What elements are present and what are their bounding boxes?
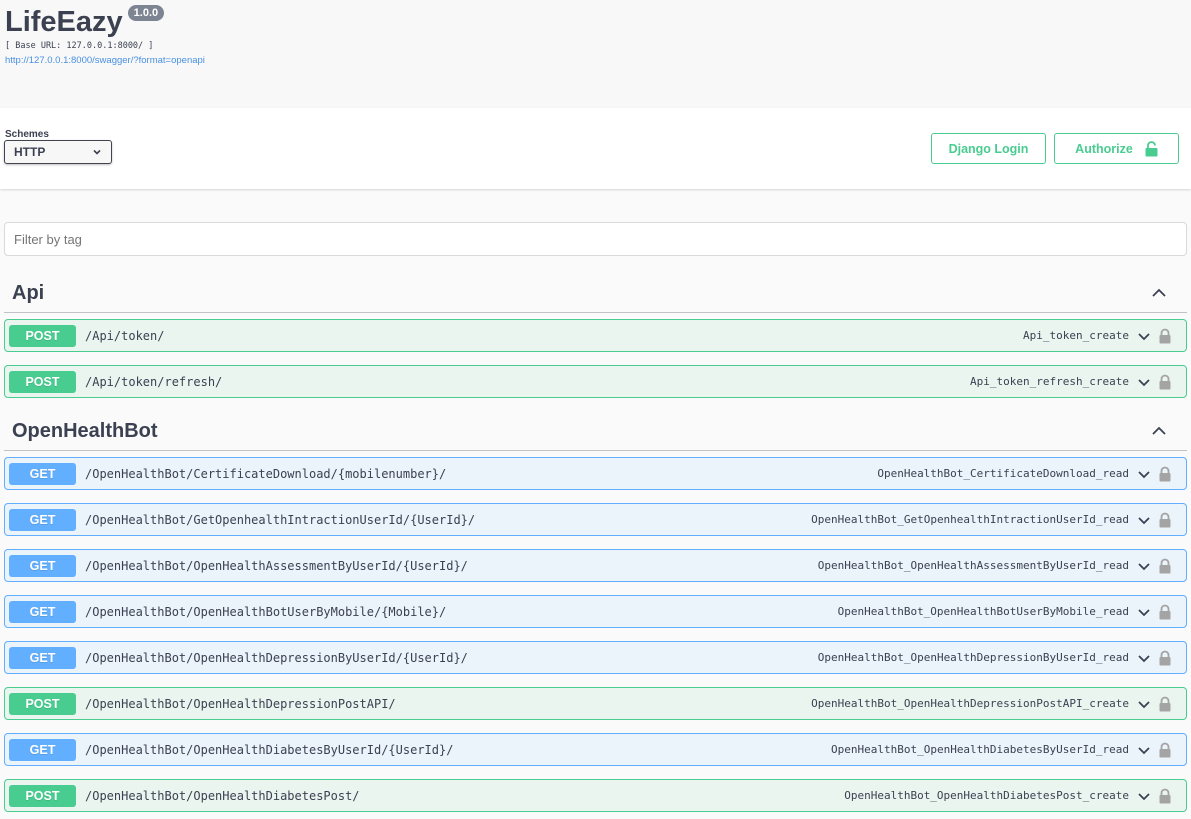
chevron-down-icon[interactable]: [1136, 466, 1152, 482]
method-badge: GET: [9, 508, 76, 531]
schemes-selected: HTTP: [14, 145, 46, 159]
operation-path: /OpenHealthBot/OpenHealthBotUserByMobile…: [85, 604, 447, 619]
method-badge: POST: [9, 784, 76, 807]
method-badge: POST: [9, 324, 76, 347]
lock-icon[interactable]: [1158, 650, 1172, 666]
lock-icon[interactable]: [1158, 788, 1172, 804]
operation-row[interactable]: GET/OpenHealthBot/GetOpenhealthIntractio…: [4, 503, 1187, 536]
authorize-button[interactable]: Authorize: [1054, 133, 1179, 164]
operation-row[interactable]: POST/Api/token/refresh/Api_token_refresh…: [4, 365, 1187, 398]
lock-icon[interactable]: [1158, 512, 1172, 528]
chevron-down-icon[interactable]: [1136, 696, 1152, 712]
method-badge: POST: [9, 692, 76, 715]
operation-id: Api_token_refresh_create: [970, 375, 1129, 388]
operation-id: OpenHealthBot_CertificateDownload_read: [877, 467, 1129, 480]
operation-path: /OpenHealthBot/OpenHealthAssessmentByUse…: [85, 558, 468, 573]
chevron-down-icon[interactable]: [1136, 558, 1152, 574]
operation-id: OpenHealthBot_OpenHealthDepressionByUser…: [817, 651, 1129, 664]
chevron-down-icon[interactable]: [1136, 328, 1152, 344]
operation-path: /OpenHealthBot/OpenHealthDepressionByUse…: [85, 650, 468, 665]
operation-id: OpenHealthBot_OpenHealthDiabetesByUserId…: [830, 743, 1129, 756]
operation-row[interactable]: GET/OpenHealthBot/OpenHealthDiabetesByUs…: [4, 733, 1187, 766]
operation-id: OpenHealthBot_OpenHealthDepressionPostAP…: [811, 697, 1129, 710]
operation-row[interactable]: POST/OpenHealthBot/OpenHealthDepressionP…: [4, 687, 1187, 720]
method-badge: GET: [9, 462, 76, 485]
operation-path: /Api/token/refresh/: [85, 374, 223, 389]
version-badge: 1.0.0: [127, 5, 165, 21]
chevron-down-icon[interactable]: [1136, 650, 1152, 666]
chevron-down-icon[interactable]: [1136, 742, 1152, 758]
operation-id: OpenHealthBot_OpenHealthBotUserByMobile_…: [837, 605, 1129, 618]
schemes-label: Schemes: [5, 129, 49, 140]
operation-id: OpenHealthBot_GetOpenhealthIntractionUse…: [811, 513, 1129, 526]
lock-icon[interactable]: [1158, 696, 1172, 712]
chevron-down-icon[interactable]: [1136, 374, 1152, 390]
operation-path: /Api/token/: [85, 328, 165, 343]
operation-path: /OpenHealthBot/OpenHealthDiabetesPost/: [85, 788, 360, 803]
lock-icon[interactable]: [1158, 604, 1172, 620]
chevron-down-icon: [93, 149, 101, 155]
method-badge: GET: [9, 738, 76, 761]
lock-icon[interactable]: [1158, 328, 1172, 344]
method-badge: GET: [9, 646, 76, 669]
django-login-button[interactable]: Django Login: [931, 133, 1046, 164]
operation-row[interactable]: GET/OpenHealthBot/CertificateDownload/{m…: [4, 457, 1187, 490]
lock-icon[interactable]: [1158, 466, 1172, 482]
django-login-label: Django Login: [948, 141, 1029, 156]
tag-name: OpenHealthBot: [12, 419, 158, 442]
operation-path: /OpenHealthBot/OpenHealthDiabetesByUserI…: [85, 742, 454, 757]
unlocked-icon: [1145, 140, 1158, 156]
chevron-down-icon[interactable]: [1136, 604, 1152, 620]
operation-row[interactable]: POST/OpenHealthBot/OpenHealthDiabetesPos…: [4, 779, 1187, 812]
operation-row[interactable]: GET/OpenHealthBot/OpenHealthBotUserByMob…: [4, 595, 1187, 628]
operation-id: OpenHealthBot_OpenHealthAssessmentByUser…: [817, 559, 1129, 572]
method-badge: GET: [9, 600, 76, 623]
tag-name: Api: [12, 281, 45, 304]
chevron-up-icon[interactable]: [1149, 283, 1169, 303]
app-title: LifeEazy: [5, 6, 123, 38]
filter-by-tag-input[interactable]: Filter by tag: [4, 222, 1187, 256]
operation-row[interactable]: GET/OpenHealthBot/OpenHealthDepressionBy…: [4, 641, 1187, 674]
lock-icon[interactable]: [1158, 374, 1172, 390]
operation-path: /OpenHealthBot/GetOpenhealthIntractionUs…: [85, 512, 476, 527]
operation-row[interactable]: POST/Api/token/Api_token_create: [4, 319, 1187, 352]
method-badge: POST: [9, 370, 76, 393]
tag-header-openhealthbot[interactable]: OpenHealthBot: [4, 412, 1187, 451]
method-badge: GET: [9, 554, 76, 577]
lock-icon[interactable]: [1158, 558, 1172, 574]
operation-id: Api_token_create: [1023, 329, 1129, 342]
operation-id: OpenHealthBot_OpenHealthDiabetesPost_cre…: [844, 789, 1129, 802]
authorize-label: Authorize: [1075, 141, 1133, 156]
lock-icon[interactable]: [1158, 742, 1172, 758]
spec-link[interactable]: http://127.0.0.1:8000/swagger/?format=op…: [5, 55, 205, 66]
schemes-select[interactable]: HTTP: [4, 140, 112, 164]
tag-header-api[interactable]: Api: [4, 274, 1187, 313]
chevron-down-icon[interactable]: [1136, 512, 1152, 528]
scheme-container: Schemes HTTP Django Login Authorize: [0, 108, 1191, 189]
operation-row[interactable]: GET/OpenHealthBot/OpenHealthAssessmentBy…: [4, 549, 1187, 582]
base-url: [ Base URL: 127.0.0.1:8000/ ]: [5, 41, 154, 51]
chevron-down-icon[interactable]: [1136, 788, 1152, 804]
operation-path: /OpenHealthBot/CertificateDownload/{mobi…: [85, 466, 447, 481]
chevron-up-icon[interactable]: [1149, 421, 1169, 441]
operation-path: /OpenHealthBot/OpenHealthDepressionPostA…: [85, 696, 396, 711]
info-section: LifeEazy 1.0.0 [ Base URL: 127.0.0.1:800…: [0, 0, 1191, 108]
